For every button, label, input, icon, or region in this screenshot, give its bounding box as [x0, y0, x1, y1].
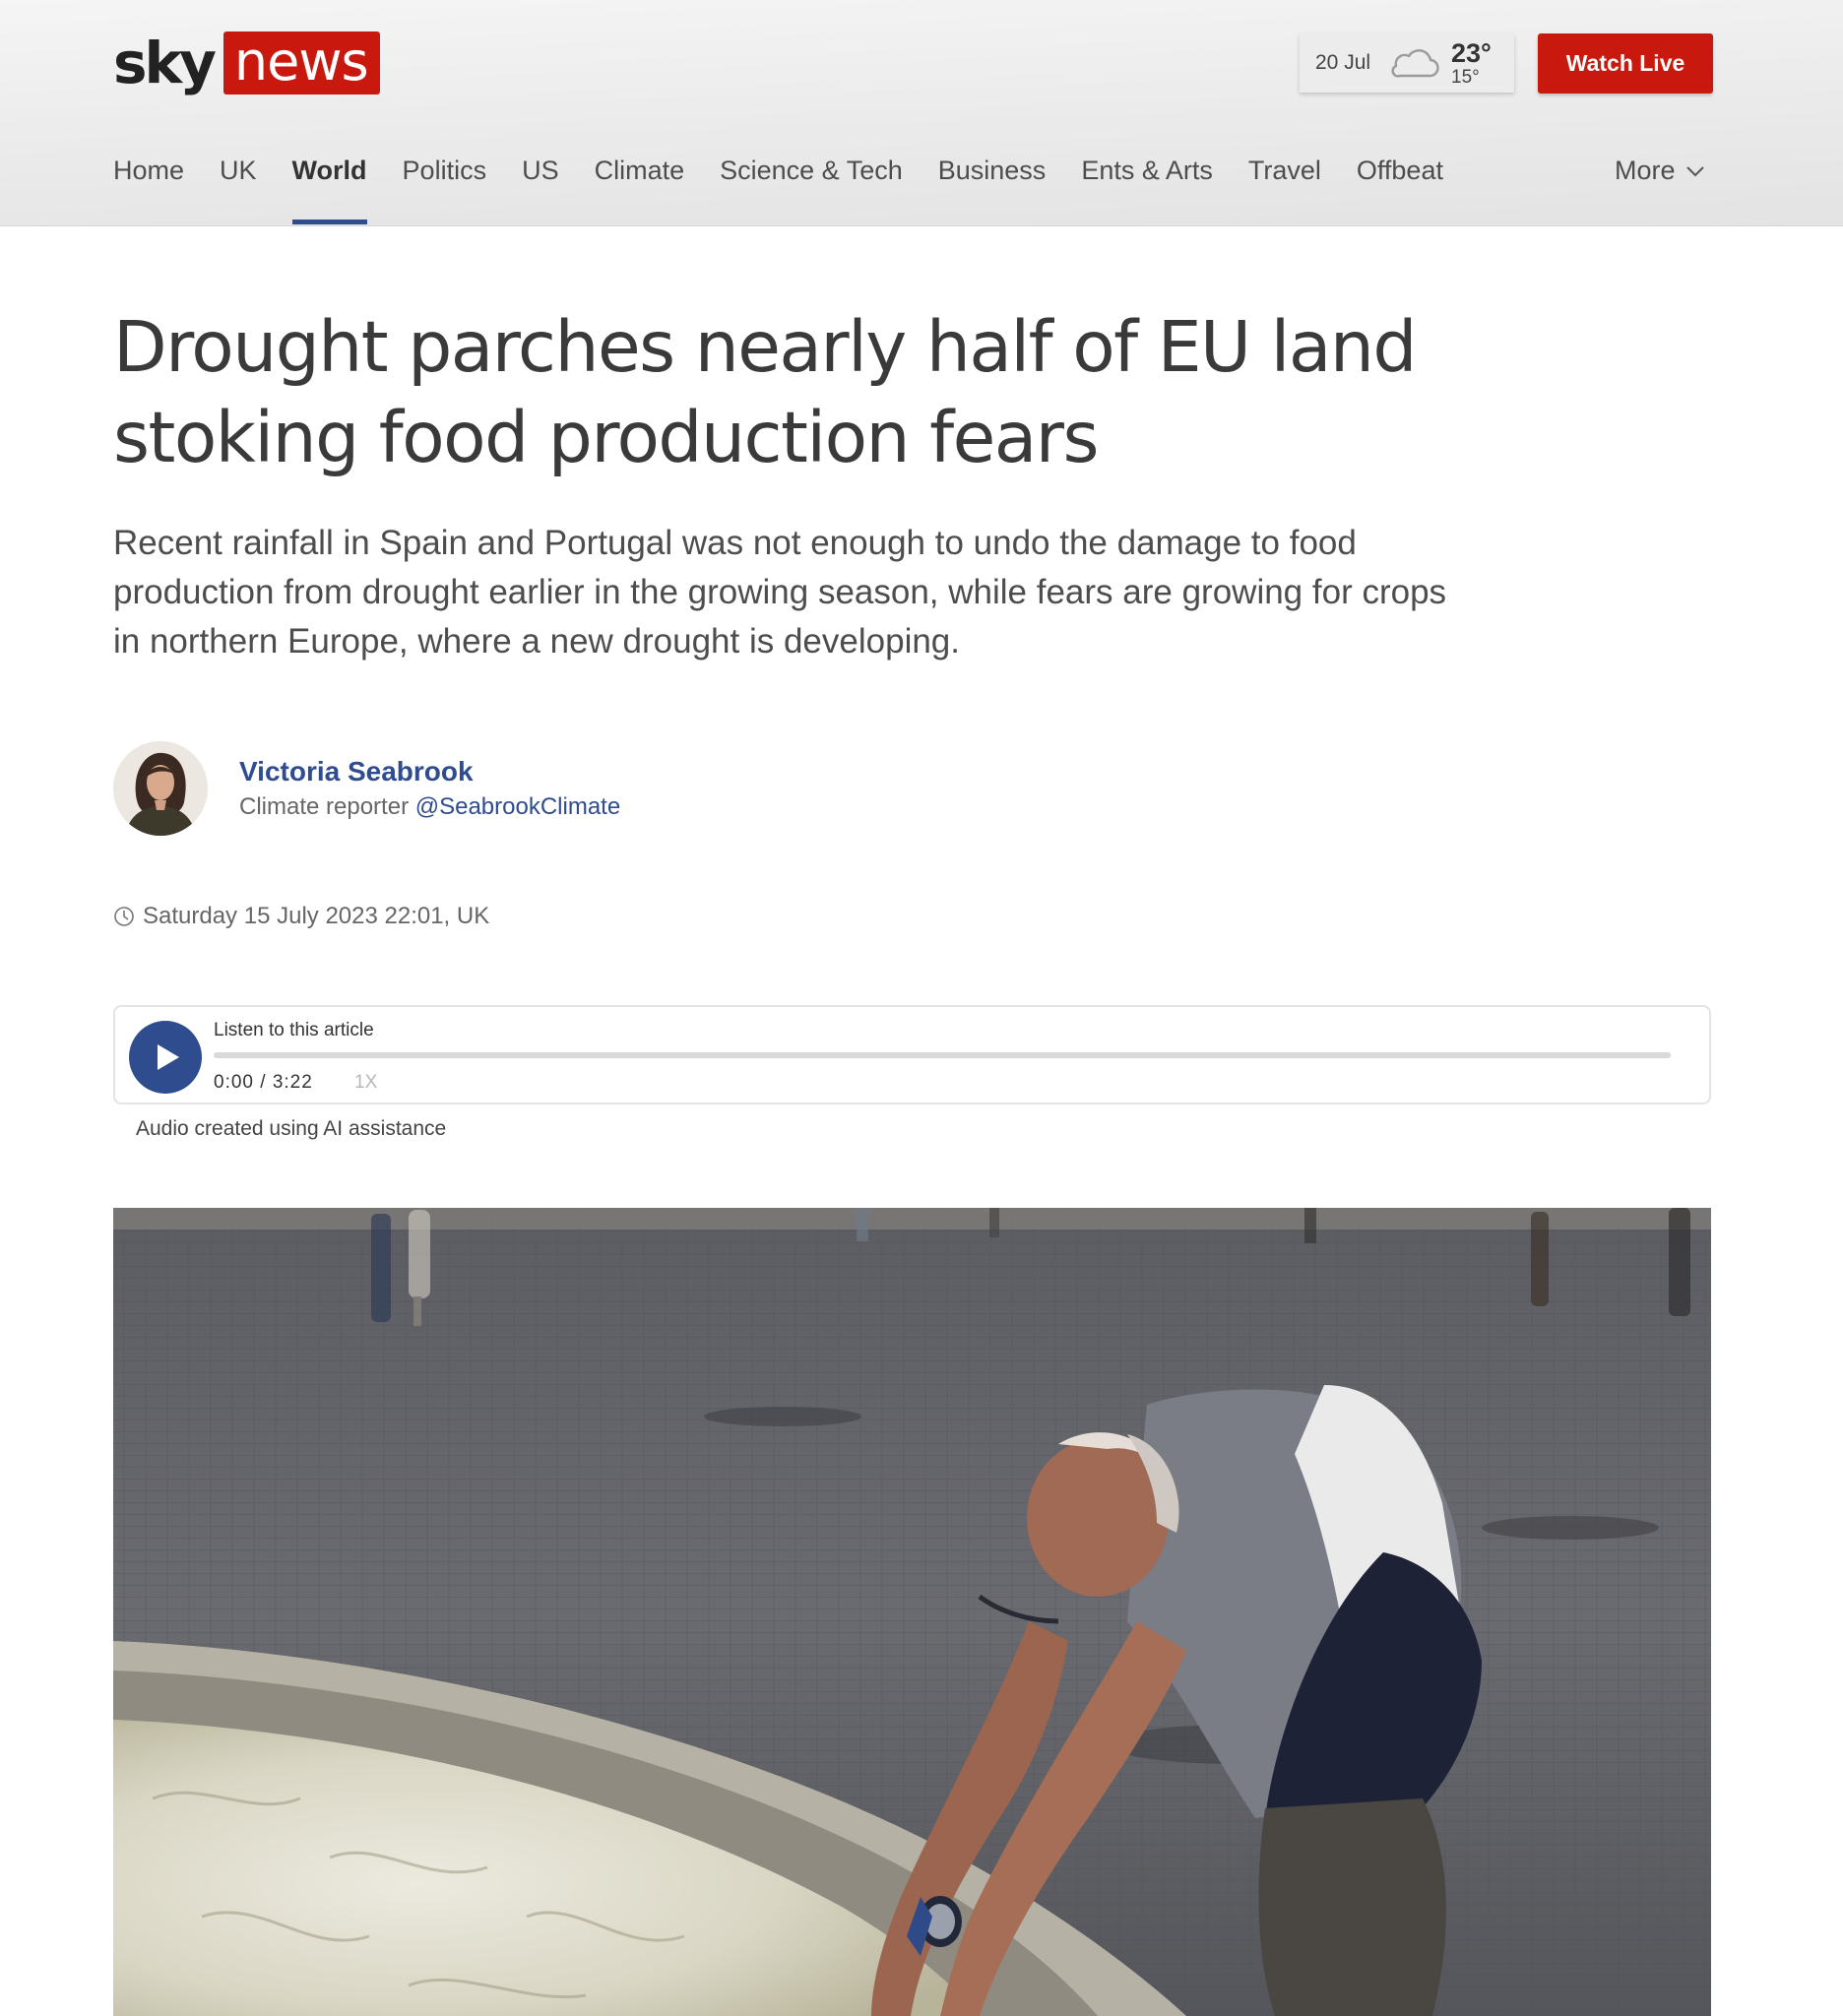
- timestamp-text: Saturday 15 July 2023 22:01, UK: [143, 903, 490, 929]
- nav-item-ents-arts[interactable]: Ents & Arts: [1081, 156, 1213, 225]
- audio-player: Listen to this article 0:00 / 3:22 1X: [113, 1005, 1711, 1104]
- weather-high-temp: 23°: [1451, 37, 1492, 68]
- playback-speed-button[interactable]: 1X: [354, 1072, 377, 1094]
- article-headline: Drought parches nearly half of EU land s…: [113, 306, 1417, 478]
- nav-item-home[interactable]: Home: [113, 156, 184, 225]
- weather-date: 20 Jul: [1315, 51, 1371, 74]
- weather-temps: 23° 15°: [1451, 37, 1492, 88]
- nav-item-offbeat[interactable]: Offbeat: [1357, 156, 1443, 225]
- nav-item-world[interactable]: World: [291, 156, 367, 225]
- article-timestamp: Saturday 15 July 2023 22:01, UK: [113, 903, 489, 930]
- nav-item-uk[interactable]: UK: [220, 156, 257, 225]
- logo-news-text: news: [222, 32, 380, 94]
- site-header: sky news 20 Jul 23° 15° Watch Live Home …: [0, 0, 1843, 226]
- nav-more-label: More: [1615, 156, 1676, 185]
- main-nav: Home UK World Politics US Climate Scienc…: [113, 156, 1479, 225]
- author-role: Climate reporter: [239, 793, 410, 820]
- author-avatar[interactable]: [113, 741, 208, 836]
- chevron-down-icon: [1685, 166, 1704, 177]
- logo-sky-text: sky: [113, 30, 217, 96]
- audio-progress-bar[interactable]: [214, 1052, 1671, 1058]
- hero-image: [113, 1208, 1711, 2016]
- watch-live-button[interactable]: Watch Live: [1538, 33, 1713, 94]
- author-byline: Climate reporter @SeabrookClimate: [239, 793, 620, 821]
- nav-item-science-tech[interactable]: Science & Tech: [720, 156, 903, 225]
- play-button[interactable]: [129, 1021, 202, 1094]
- cloud-icon: [1391, 49, 1439, 78]
- audio-ai-note: Audio created using AI assistance: [136, 1117, 447, 1140]
- clock-icon: [114, 907, 134, 926]
- weather-low-temp: 15°: [1451, 66, 1480, 88]
- nav-more-button[interactable]: More: [1615, 156, 1705, 186]
- nav-item-climate[interactable]: Climate: [595, 156, 685, 225]
- nav-item-politics[interactable]: Politics: [403, 156, 487, 225]
- audio-time: 0:00 / 3:22: [214, 1072, 313, 1093]
- nav-item-business[interactable]: Business: [938, 156, 1047, 225]
- audio-title: Listen to this article: [214, 1020, 374, 1040]
- nav-item-travel[interactable]: Travel: [1248, 156, 1321, 225]
- weather-widget[interactable]: 20 Jul 23° 15°: [1300, 33, 1514, 93]
- nav-item-us[interactable]: US: [522, 156, 559, 225]
- sky-news-logo[interactable]: sky news: [113, 32, 380, 94]
- article-standfirst: Recent rainfall in Spain and Portugal wa…: [113, 524, 1447, 661]
- author-name-link[interactable]: Victoria Seabrook: [239, 756, 474, 788]
- play-icon: [158, 1044, 179, 1070]
- author-twitter-link[interactable]: @SeabrookClimate: [415, 793, 620, 820]
